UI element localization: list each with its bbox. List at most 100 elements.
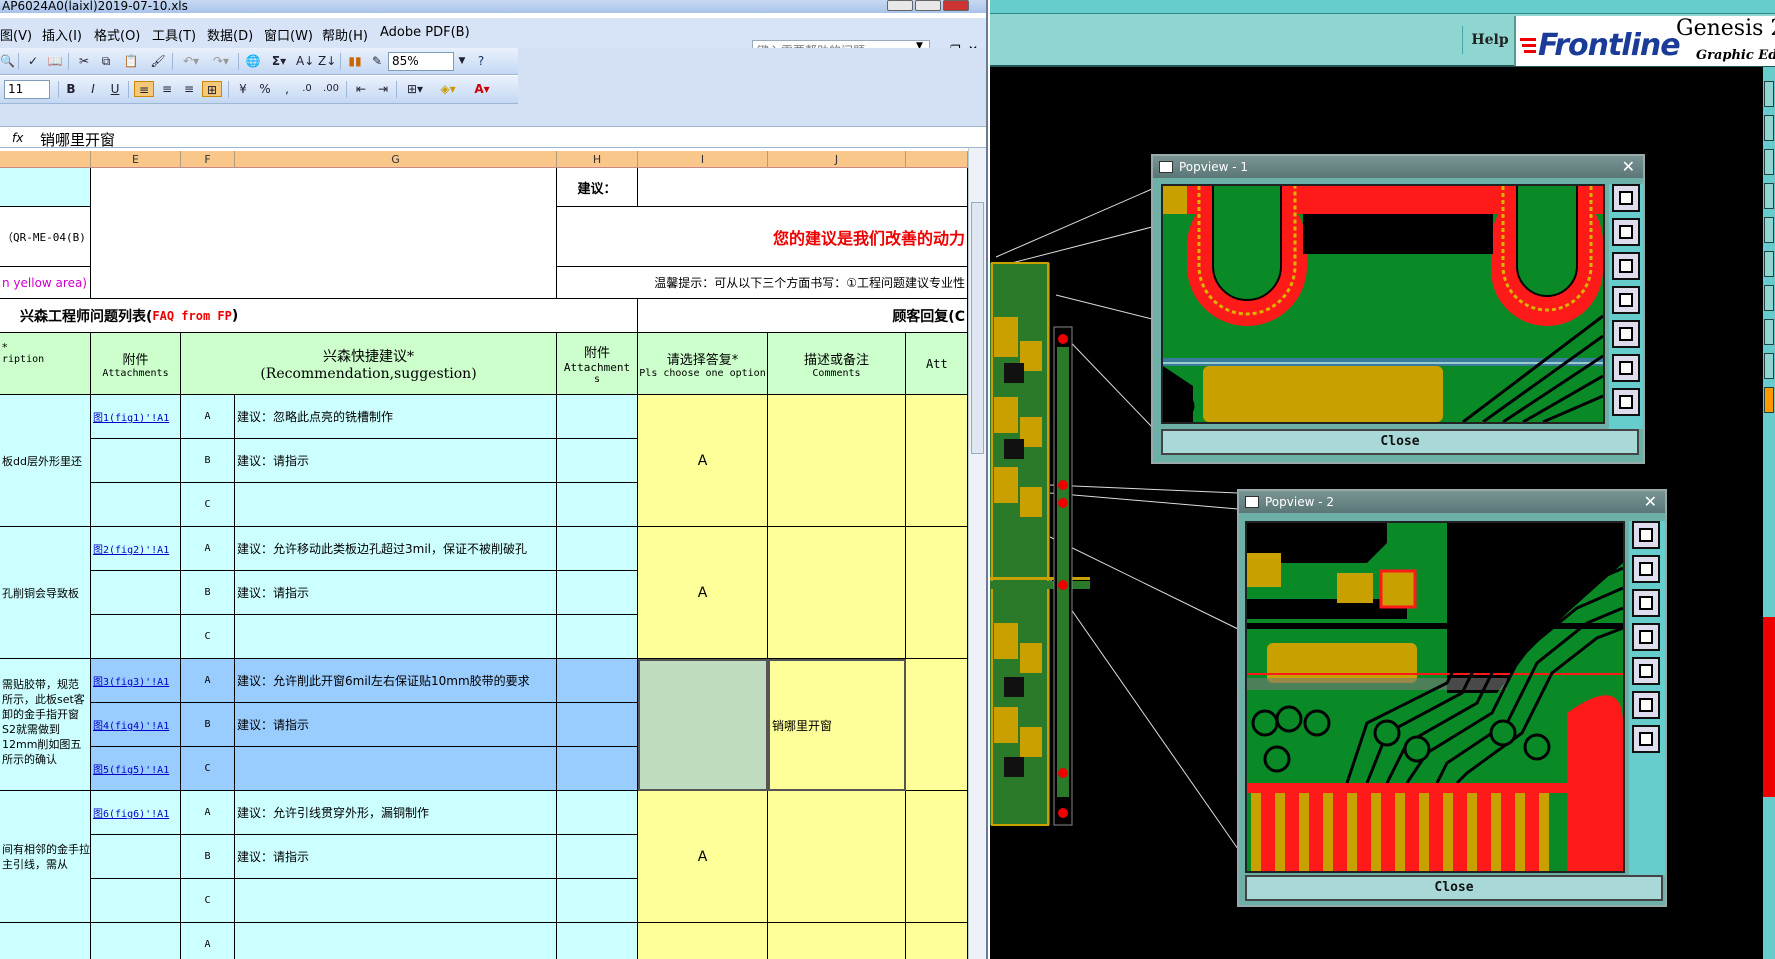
- increase-decimal-icon[interactable]: .0: [296, 81, 318, 97]
- decrease-decimal-icon[interactable]: .00: [320, 81, 342, 97]
- formula-input[interactable]: 销哪里开窗: [40, 129, 115, 150]
- group1-desc[interactable]: 板dd层外形里还: [0, 395, 91, 527]
- chart-wizard-icon[interactable]: ▮▮: [346, 53, 364, 69]
- fx-icon[interactable]: fx: [12, 131, 23, 145]
- suggestion-text[interactable]: 建议：忽略此点亮的铣槽制作: [235, 395, 557, 439]
- layer-toggle-icon[interactable]: [1612, 184, 1640, 212]
- comment-cell-selected[interactable]: 销哪里开窗: [768, 659, 906, 791]
- pan-up-icon[interactable]: [1632, 555, 1660, 583]
- merge-center-icon[interactable]: ⊞: [202, 81, 222, 97]
- pan-up-icon[interactable]: [1612, 218, 1640, 246]
- sort-asc-icon[interactable]: A↓: [296, 53, 314, 69]
- align-right-icon[interactable]: ≡: [180, 81, 198, 97]
- group2-desc[interactable]: 孔削铜会导致板: [0, 527, 91, 659]
- spelling-icon[interactable]: ✓: [24, 53, 42, 69]
- menu-format[interactable]: 格式(O): [94, 25, 140, 44]
- answer-cell[interactable]: A: [638, 791, 768, 923]
- zoom-dropdown-icon[interactable]: ▼: [456, 53, 468, 69]
- group4-link-a[interactable]: 图6(fig6)'!A1: [91, 791, 181, 835]
- sort-desc-icon[interactable]: Z↓: [318, 53, 336, 69]
- comment-cell[interactable]: [768, 527, 906, 659]
- zoom-in-icon[interactable]: [1612, 354, 1640, 382]
- popview-1-canvas[interactable]: [1161, 184, 1605, 424]
- popview-1-close-button[interactable]: Close: [1161, 429, 1639, 455]
- cut-icon[interactable]: ✂: [76, 53, 92, 69]
- group3-link-c[interactable]: 图5(fig5)'!A1: [91, 747, 181, 791]
- group3-desc[interactable]: 需贴胶带，规范所示，此板set客卸的金手指开窗S2就需做到12mm削如图五所示的…: [0, 659, 91, 791]
- side-tool-button[interactable]: [1764, 81, 1774, 107]
- zoom-in-icon[interactable]: [1632, 691, 1660, 719]
- pan-down-icon[interactable]: [1612, 252, 1640, 280]
- side-tool-button[interactable]: [1764, 217, 1774, 243]
- vertical-scrollbar[interactable]: [968, 148, 986, 959]
- help-icon[interactable]: ?: [472, 53, 490, 69]
- research-icon[interactable]: 📖: [46, 53, 64, 69]
- fill-color-icon[interactable]: ◈▾: [434, 81, 462, 97]
- close-window-button[interactable]: [943, 0, 969, 11]
- zoom-select[interactable]: 85%: [388, 52, 454, 71]
- side-tool-button[interactable]: [1764, 319, 1774, 345]
- format-painter-icon[interactable]: 🖌: [150, 53, 166, 69]
- group4-desc[interactable]: 间有相邻的金手拉主引线，需从: [0, 791, 91, 923]
- popview-2-title-bar[interactable]: Popview - 2 ✕: [1239, 491, 1665, 513]
- currency-icon[interactable]: ¥: [234, 81, 252, 97]
- align-center-icon[interactable]: ≡: [158, 81, 176, 97]
- menu-insert[interactable]: 插入(I): [42, 25, 82, 44]
- column-header-g[interactable]: G: [235, 151, 557, 168]
- paste-icon[interactable]: 📋: [120, 53, 142, 69]
- minimize-button[interactable]: [887, 0, 913, 11]
- side-tool-button[interactable]: [1764, 285, 1774, 311]
- suggestion-text[interactable]: 建议：请指示: [235, 703, 557, 747]
- help-button[interactable]: Help: [1462, 26, 1518, 54]
- drawing-icon[interactable]: ✎: [368, 53, 386, 69]
- print-preview-icon[interactable]: 🔍: [0, 53, 15, 69]
- suggestion-text[interactable]: 建议：允许移动此类板边孔超过3mil，保证不被削破孔: [235, 527, 557, 571]
- increase-indent-icon[interactable]: ⇥: [374, 81, 392, 97]
- suggestion-text[interactable]: 建议：请指示: [235, 571, 557, 615]
- pan-down-icon[interactable]: [1632, 589, 1660, 617]
- answer-cell[interactable]: A: [638, 395, 768, 527]
- column-header-e[interactable]: E: [91, 151, 181, 168]
- borders-icon[interactable]: ⊞▾: [402, 81, 428, 97]
- popview-2-close-icon[interactable]: ✕: [1644, 491, 1657, 513]
- column-header-h[interactable]: H: [557, 151, 638, 168]
- zoom-out-icon[interactable]: [1632, 725, 1660, 753]
- side-tool-button[interactable]: [1764, 115, 1774, 141]
- menu-help[interactable]: 帮助(H): [322, 25, 368, 44]
- layer-toggle-icon[interactable]: [1632, 521, 1660, 549]
- scrollbar-thumb[interactable]: [971, 202, 984, 454]
- answer-cell-selected[interactable]: [638, 659, 768, 791]
- menu-view[interactable]: 图(V): [0, 25, 32, 44]
- menu-tools[interactable]: 工具(T): [152, 25, 196, 44]
- redo-icon[interactable]: ↷▾: [208, 53, 234, 69]
- column-header-f[interactable]: F: [181, 151, 235, 168]
- underline-icon[interactable]: U: [106, 81, 124, 97]
- pan-right-icon[interactable]: [1612, 320, 1640, 348]
- copy-icon[interactable]: ⧉: [98, 53, 114, 69]
- side-tool-button[interactable]: [1764, 251, 1774, 277]
- popview-2-close-button[interactable]: Close: [1245, 875, 1663, 901]
- answer-cell[interactable]: A: [638, 527, 768, 659]
- side-tool-button[interactable]: [1764, 183, 1774, 209]
- menu-window[interactable]: 窗口(W): [264, 25, 313, 44]
- popview-2-canvas[interactable]: [1245, 521, 1625, 873]
- comment-cell[interactable]: [768, 395, 906, 527]
- suggestion-text[interactable]: 建议：请指示: [235, 835, 557, 879]
- pan-left-icon[interactable]: [1632, 623, 1660, 651]
- menu-data[interactable]: 数据(D): [207, 25, 253, 44]
- popview-1-title-bar[interactable]: Popview - 1 ✕: [1153, 156, 1643, 178]
- group3-link-a[interactable]: 图3(fig3)'!A1: [91, 659, 181, 703]
- comma-icon[interactable]: ,: [278, 81, 296, 97]
- autosum-icon[interactable]: Σ▾: [266, 53, 292, 69]
- group3-link-b[interactable]: 图4(fig4)'!A1: [91, 703, 181, 747]
- pan-left-icon[interactable]: [1612, 286, 1640, 314]
- pan-right-icon[interactable]: [1632, 657, 1660, 685]
- group1-link-a[interactable]: 图1(fig1)'!A1: [91, 395, 181, 439]
- font-color-icon[interactable]: A▾: [468, 81, 496, 97]
- hyperlink-icon[interactable]: 🌐: [244, 53, 262, 69]
- column-header-i[interactable]: I: [638, 151, 768, 168]
- group2-link-a[interactable]: 图2(fig2)'!A1: [91, 527, 181, 571]
- menu-adobe-pdf[interactable]: Adobe PDF(B): [380, 25, 470, 40]
- italic-icon[interactable]: I: [84, 81, 102, 97]
- popview-1-close-icon[interactable]: ✕: [1622, 156, 1635, 178]
